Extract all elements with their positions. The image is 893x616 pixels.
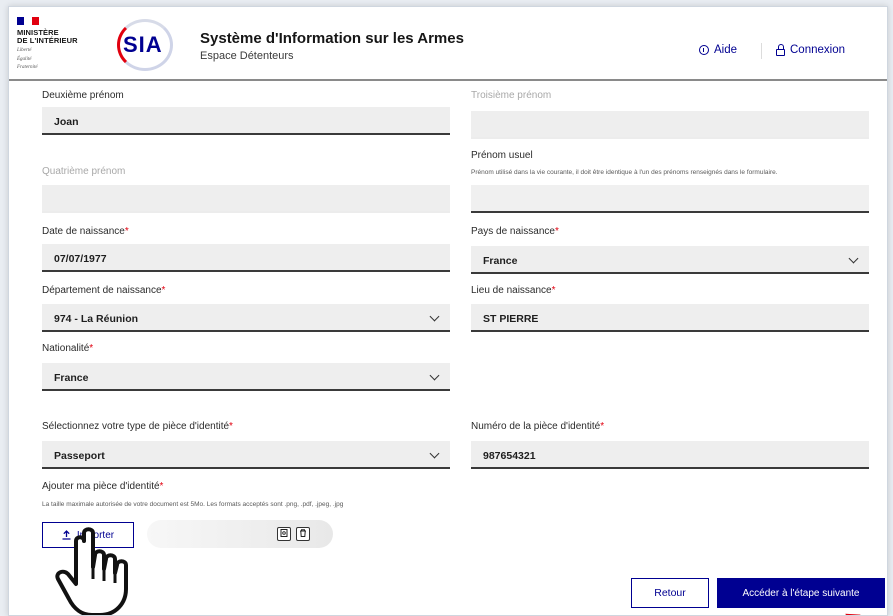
lock-icon [776, 43, 785, 56]
nationality-value: France [54, 372, 89, 384]
birth-country-select[interactable]: France [471, 246, 869, 274]
login-link-label: Connexion [790, 44, 845, 56]
motto-egalite: Égalité [17, 56, 32, 62]
ministry-name-line2: DE L'INTÉRIEUR [17, 36, 78, 45]
birth-country-label: Pays de naissance* [471, 226, 559, 237]
help-link-label: Aide [714, 44, 738, 56]
fourth-first-name-input[interactable] [42, 185, 450, 213]
id-number-input[interactable]: 987654321 [471, 441, 869, 469]
header-separator [761, 43, 762, 59]
help-link[interactable]: Aide [699, 44, 737, 56]
chevron-down-icon [429, 311, 440, 322]
third-first-name-input[interactable] [471, 111, 869, 139]
birth-country-value: France [483, 255, 518, 267]
id-upload-label: Ajouter ma pièce d'identité* [42, 481, 164, 492]
delete-file-button[interactable] [296, 527, 310, 541]
view-file-button[interactable] [277, 527, 291, 541]
birth-place-input[interactable]: ST PIERRE [471, 304, 869, 332]
view-file-icon [280, 529, 288, 537]
id-type-value: Passeport [54, 450, 105, 462]
id-upload-hint: La taille maximale autorisée de votre do… [42, 501, 344, 508]
ministry-logo[interactable]: MINISTÈRE DE L'INTÉRIEUR Liberté Égalité… [17, 17, 87, 71]
fourth-first-name-label: Quatrième prénom [42, 166, 126, 177]
usual-first-name-hint: Prénom utilisé dans la vie courante, il … [471, 169, 778, 176]
login-link[interactable]: Connexion [776, 43, 845, 56]
second-first-name-label: Deuxième prénom [42, 90, 124, 101]
birth-department-select[interactable]: 974 - La Réunion [42, 304, 450, 332]
third-first-name-label: Troisième prénom [471, 90, 552, 101]
next-step-button[interactable]: Accéder à l'étape suivante [717, 578, 885, 608]
red-arrow-icon [845, 608, 863, 615]
chevron-down-icon [848, 253, 859, 264]
usual-first-name-label: Prénom usuel [471, 150, 533, 161]
nationality-select[interactable]: France [42, 363, 450, 391]
usual-first-name-input[interactable] [471, 185, 869, 213]
birth-place-label: Lieu de naissance* [471, 285, 556, 296]
motto-liberte: Liberté [17, 48, 32, 53]
id-number-label: Numéro de la pièce d'identité* [471, 421, 605, 432]
sia-logo[interactable]: SIA [117, 19, 177, 71]
french-flag-icon [17, 17, 39, 25]
app-window: MINISTÈRE DE L'INTÉRIEUR Liberté Égalité… [8, 6, 888, 616]
chevron-down-icon [429, 370, 440, 381]
nationality-label: Nationalité* [42, 343, 94, 354]
app-subtitle: Espace Détenteurs [200, 50, 294, 62]
id-type-select[interactable]: Passeport [42, 441, 450, 469]
birth-date-input[interactable]: 07/07/1977 [42, 244, 450, 272]
sia-logo-text: SIA [123, 32, 163, 57]
id-type-label: Sélectionnez votre type de pièce d'ident… [42, 421, 233, 432]
birth-date-label: Date de naissance* [42, 226, 129, 237]
motto-fraternite: Fraternité [17, 65, 38, 70]
hand-pointer-icon [55, 527, 128, 615]
birth-department-value: 974 - La Réunion [54, 313, 139, 325]
chevron-down-icon [429, 448, 440, 459]
back-button[interactable]: Retour [631, 578, 709, 608]
info-circle-icon [699, 45, 709, 55]
trash-icon [300, 529, 306, 537]
app-title: Système d'Information sur les Armes [200, 30, 464, 47]
site-header: MINISTÈRE DE L'INTÉRIEUR Liberté Égalité… [9, 7, 887, 81]
second-first-name-input[interactable]: Joan [42, 107, 450, 135]
birth-department-label: Département de naissance* [42, 285, 166, 296]
